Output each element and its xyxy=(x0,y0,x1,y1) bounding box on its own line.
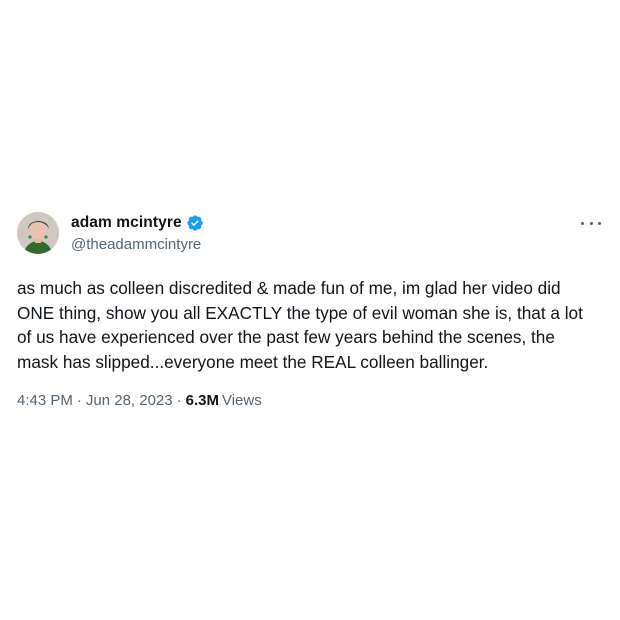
more-dot xyxy=(589,221,593,225)
user-handle[interactable]: @theadammcintyre xyxy=(71,236,204,253)
display-name[interactable]: adam mcintyre xyxy=(71,214,182,232)
meta-separator: · xyxy=(76,392,82,409)
meta-separator: · xyxy=(176,392,182,409)
tweet-time[interactable]: 4:43 PM xyxy=(17,392,73,409)
avatar[interactable] xyxy=(17,212,59,254)
avatar-image xyxy=(17,212,59,254)
author-names: adam mcintyre @theadammcintyre xyxy=(71,213,204,253)
verified-badge-icon[interactable] xyxy=(186,214,204,232)
tweet-meta: 4:43 PM · Jun 28, 2023 · 6.3M Views xyxy=(17,392,607,409)
display-name-row: adam mcintyre xyxy=(71,213,204,233)
tweet-text: as much as colleen discredited & made fu… xyxy=(17,278,583,372)
views-label: Views xyxy=(221,392,262,409)
more-dot xyxy=(581,221,584,225)
tweet-card: adam mcintyre @theadammcintyre as much a… xyxy=(17,212,607,409)
more-options-icon[interactable] xyxy=(581,216,601,230)
tweet-header: adam mcintyre @theadammcintyre xyxy=(17,212,607,258)
tweet-date[interactable]: Jun 28, 2023 xyxy=(86,392,173,409)
more-dot xyxy=(598,221,601,225)
views-count[interactable]: 6.3M xyxy=(186,392,219,409)
